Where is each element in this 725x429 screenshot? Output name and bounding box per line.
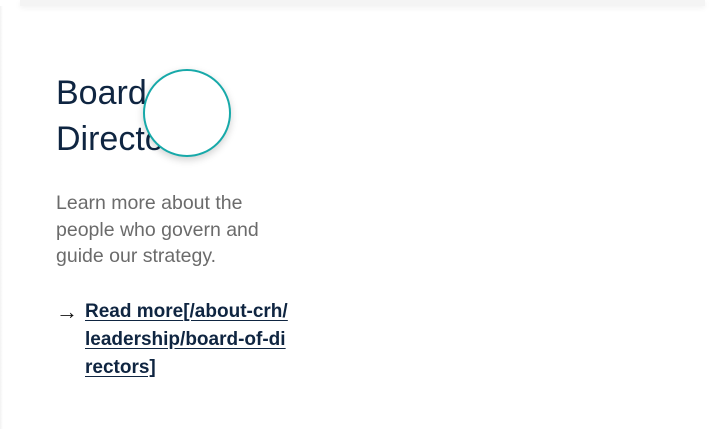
page-viewport: Board of Directors Learn more about the … — [0, 0, 725, 429]
arrow-right-icon: → — [56, 298, 78, 324]
read-more-label: Read more — [85, 300, 184, 322]
card-description: Learn more about the people who govern a… — [56, 192, 259, 267]
left-edge-shadow — [0, 6, 3, 429]
read-more-row: → Read more[/about-crh/leadership/board-… — [56, 298, 316, 382]
cursor-focus-indicator — [143, 69, 231, 157]
read-more-link[interactable]: Read more[/about-crh/leadership/board-of… — [85, 298, 290, 382]
header-shadow — [20, 0, 705, 6]
